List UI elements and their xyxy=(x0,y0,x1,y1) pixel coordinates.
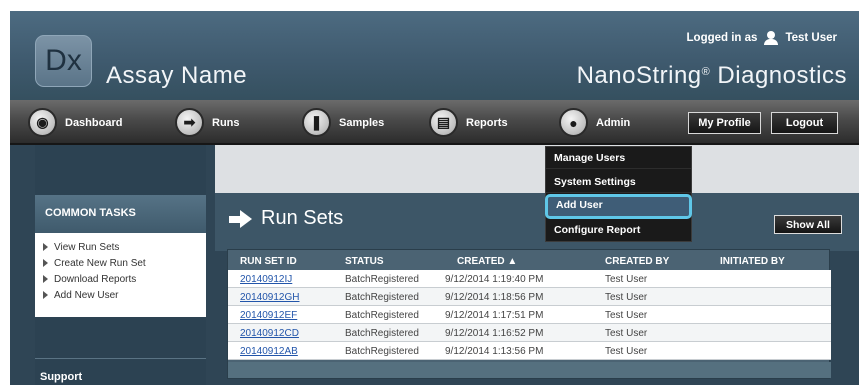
table-row[interactable]: 20140912AB BatchRegistered 9/12/2014 1:1… xyxy=(228,342,831,360)
nav-item-reports[interactable]: ▤ Reports xyxy=(429,106,508,139)
my-profile-button[interactable]: My Profile xyxy=(688,112,761,134)
status-cell: BatchRegistered xyxy=(345,292,419,303)
admin-dropdown-menu: Manage Users System Settings Add User Co… xyxy=(545,146,692,242)
nav-item-admin[interactable]: ● Admin xyxy=(559,106,630,139)
run-sets-title: Run Sets xyxy=(261,207,344,229)
col-created[interactable]: CREATED ▲ xyxy=(457,256,517,267)
menu-item-manage-users[interactable]: Manage Users xyxy=(546,147,691,169)
triangle-right-icon xyxy=(43,275,48,283)
sidebar: COMMON TASKS View Run Sets Create New Ru… xyxy=(35,145,206,385)
header: Dx Assay Name NanoString® Diagnostics Lo… xyxy=(10,11,859,100)
status-cell: BatchRegistered xyxy=(345,328,419,339)
content-header-area xyxy=(215,145,859,193)
nav-label-admin: Admin xyxy=(596,116,631,129)
task-create-new-run-set[interactable]: Create New Run Set xyxy=(35,255,206,271)
brand-suffix: Diagnostics xyxy=(710,62,847,89)
status-cell: BatchRegistered xyxy=(345,274,419,285)
nav-label-runs: Runs xyxy=(212,116,240,129)
person-icon xyxy=(763,31,779,45)
created-by-cell: Test User xyxy=(605,310,648,321)
sidebar-divider xyxy=(35,358,206,359)
table-header: RUN SET ID STATUS CREATED ▲ CREATED BY I… xyxy=(228,250,831,270)
table-footer xyxy=(228,362,831,378)
dashboard-icon: ◉ xyxy=(28,108,57,137)
created-by-cell: Test User xyxy=(605,346,648,357)
admin-person-icon: ● xyxy=(559,108,588,137)
run-sets-title-group: Run Sets xyxy=(229,207,343,230)
nav-item-dashboard[interactable]: ◉ Dashboard xyxy=(28,106,122,139)
status-cell: BatchRegistered xyxy=(345,310,419,321)
menu-item-add-user[interactable]: Add User xyxy=(545,194,692,219)
created-by-cell: Test User xyxy=(605,292,648,303)
table-body: 20140912IJ BatchRegistered 9/12/2014 1:1… xyxy=(228,270,831,360)
triangle-right-icon xyxy=(43,259,48,267)
task-add-new-user[interactable]: Add New User xyxy=(35,287,206,303)
run-set-id-link[interactable]: 20140912IJ xyxy=(240,274,292,285)
run-set-id-link[interactable]: 20140912AB xyxy=(240,346,298,357)
table-row[interactable]: 20140912CD BatchRegistered 9/12/2014 1:1… xyxy=(228,324,831,342)
common-tasks-title: COMMON TASKS xyxy=(35,195,206,233)
task-label: Download Reports xyxy=(54,273,137,285)
nav-label-reports: Reports xyxy=(466,116,508,129)
run-set-id-link[interactable]: 20140912EF xyxy=(240,310,297,321)
nav-item-samples[interactable]: ❚ Samples xyxy=(302,106,384,139)
run-sets-table: RUN SET ID STATUS CREATED ▲ CREATED BY I… xyxy=(227,249,831,379)
logged-in-user[interactable]: Test User xyxy=(785,32,837,44)
reports-icon: ▤ xyxy=(429,108,458,137)
app-title: Assay Name xyxy=(106,62,248,89)
triangle-right-icon xyxy=(43,243,48,251)
created-by-cell: Test User xyxy=(605,274,648,285)
menu-item-configure-report[interactable]: Configure Report xyxy=(546,219,691,241)
table-row[interactable]: 20140912GH BatchRegistered 9/12/2014 1:1… xyxy=(228,288,831,306)
table-row[interactable]: 20140912EF BatchRegistered 9/12/2014 1:1… xyxy=(228,306,831,324)
logout-button[interactable]: Logout xyxy=(771,112,838,134)
brand-name-text: NanoString xyxy=(576,62,702,89)
task-label: Add New User xyxy=(54,289,119,301)
col-status[interactable]: STATUS xyxy=(345,256,384,267)
run-set-id-link[interactable]: 20140912CD xyxy=(240,328,299,339)
col-initiated-by[interactable]: INITIATED BY xyxy=(720,256,785,267)
task-view-run-sets[interactable]: View Run Sets xyxy=(35,239,206,255)
arrow-right-icon xyxy=(229,209,253,228)
screenshot-frame: Dx Assay Name NanoString® Diagnostics Lo… xyxy=(0,0,859,385)
run-set-id-link[interactable]: 20140912GH xyxy=(240,292,300,303)
app-window: Dx Assay Name NanoString® Diagnostics Lo… xyxy=(10,11,859,385)
task-download-reports[interactable]: Download Reports xyxy=(35,271,206,287)
task-label: Create New Run Set xyxy=(54,257,146,269)
dx-logo: Dx xyxy=(35,35,92,87)
runs-arrow-icon: ➡ xyxy=(175,108,204,137)
brand-name: NanoString® Diagnostics xyxy=(577,62,847,90)
triangle-right-icon xyxy=(43,291,48,299)
registered-mark: ® xyxy=(701,66,711,78)
nav-label-samples: Samples xyxy=(339,116,385,129)
nav-item-runs[interactable]: ➡ Runs xyxy=(175,106,240,139)
col-created-by[interactable]: CREATED BY xyxy=(605,256,669,267)
table-row[interactable]: 20140912IJ BatchRegistered 9/12/2014 1:1… xyxy=(228,270,831,288)
created-by-cell: Test User xyxy=(605,328,648,339)
created-cell: 9/12/2014 1:17:51 PM xyxy=(445,310,544,321)
samples-tube-icon: ❚ xyxy=(302,108,331,137)
main-nav: ◉ Dashboard ➡ Runs ❚ Samples ▤ Reports ●… xyxy=(10,100,859,145)
logged-in-prefix: Logged in as xyxy=(686,32,758,44)
status-cell: BatchRegistered xyxy=(345,346,419,357)
created-cell: 9/12/2014 1:18:56 PM xyxy=(445,292,544,303)
nav-label-dashboard: Dashboard xyxy=(65,116,123,129)
created-cell: 9/12/2014 1:13:56 PM xyxy=(445,346,544,357)
created-cell: 9/12/2014 1:19:40 PM xyxy=(445,274,544,285)
show-all-button[interactable]: Show All xyxy=(774,215,842,234)
task-label: View Run Sets xyxy=(54,241,120,253)
support-title: Support xyxy=(40,371,83,383)
created-cell: 9/12/2014 1:16:52 PM xyxy=(445,328,544,339)
col-run-set-id[interactable]: RUN SET ID xyxy=(240,256,297,267)
common-tasks-list: View Run Sets Create New Run Set Downloa… xyxy=(35,233,206,317)
run-sets-panel-header: Run Sets Show All xyxy=(215,193,859,251)
menu-item-system-settings[interactable]: System Settings xyxy=(546,171,691,193)
logged-in-indicator: Logged in as Test User xyxy=(687,31,837,45)
logo-text: Dx xyxy=(45,44,82,77)
